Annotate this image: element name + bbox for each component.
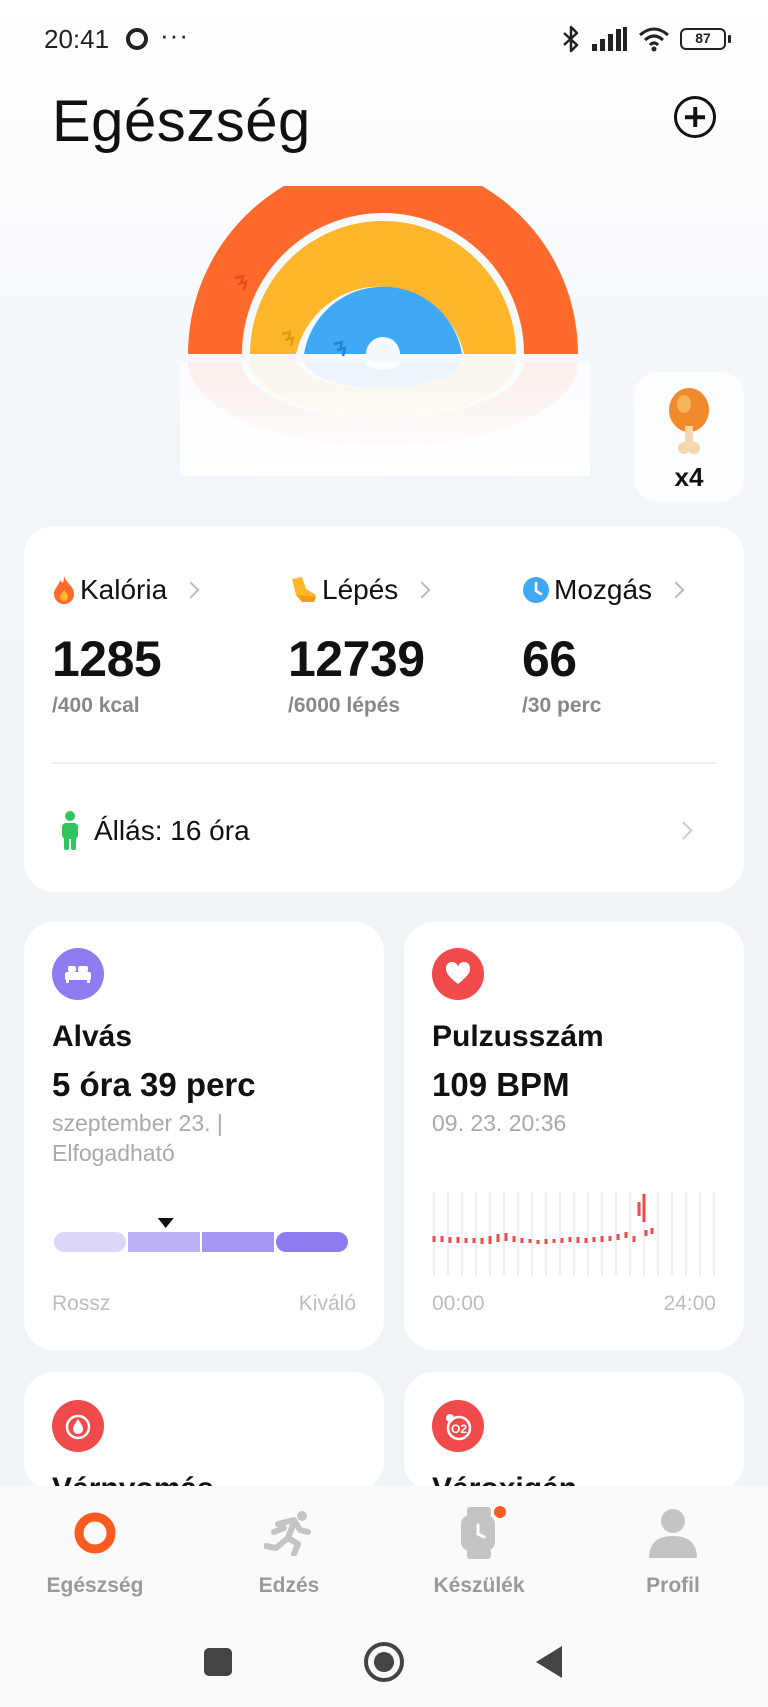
nav-label: Edzés — [258, 1574, 320, 1597]
flame-icon — [54, 576, 74, 604]
heart-value: 109 BPM — [432, 1066, 570, 1103]
steps-label: Lépés — [322, 574, 399, 605]
move-goal: /30 perc — [522, 694, 602, 717]
move-label: Mozgás — [554, 574, 653, 605]
sleep-segment-3 — [202, 1232, 274, 1252]
sleep-title: Alvás — [52, 1020, 133, 1053]
wifi-icon — [639, 27, 669, 52]
sleep-segment-4 — [276, 1232, 348, 1252]
health-ring-icon — [74, 1512, 116, 1554]
sleep-subtitle: szeptember 23. | Elfogadható — [52, 1110, 223, 1166]
sleep-scale-max: Kiváló — [298, 1292, 356, 1315]
battery-icon: 87 — [680, 28, 731, 50]
activity-rings[interactable] — [180, 186, 590, 476]
person-icon — [649, 1509, 697, 1558]
home-button[interactable] — [364, 1642, 404, 1682]
blood-oxygen-card[interactable]: O2 Véroxigén — [404, 1372, 744, 1492]
nav-workout[interactable]: Edzés — [214, 1504, 364, 1598]
notification-circle-icon — [126, 28, 148, 50]
heart-rate-sparkline — [432, 1192, 715, 1276]
status-icons: 87 — [560, 22, 731, 56]
shoe-icon — [292, 577, 316, 602]
heart-title: Pulzusszám — [432, 1020, 604, 1053]
watch-icon — [461, 1507, 495, 1559]
nav-label: Készülék — [433, 1574, 525, 1597]
sleep-quality-bar — [54, 1218, 348, 1252]
calorie-label: Kalória — [80, 574, 168, 605]
activity-card: Kalória 1285 /400 kcal Lépés 12739 /6000… — [24, 526, 744, 892]
blood-pressure-card[interactable]: Vérnyomás — [24, 1372, 384, 1492]
recent-apps-button[interactable] — [204, 1648, 232, 1676]
back-button[interactable] — [536, 1646, 562, 1678]
steps-value: 12739 — [288, 631, 425, 687]
sleep-segment-1 — [54, 1232, 126, 1252]
status-bar: 20:41 ··· 87 — [0, 0, 768, 80]
sleep-value: 5 óra 39 perc — [52, 1066, 256, 1103]
heart-icon — [432, 948, 484, 1000]
status-time: 20:41 — [44, 24, 110, 54]
nav-health[interactable]: Egészség — [20, 1504, 170, 1598]
sleep-segment-2 — [128, 1232, 200, 1252]
calorie-value: 1285 — [52, 631, 162, 687]
more-notifications-icon: ··· — [160, 20, 189, 50]
clock-icon — [523, 577, 549, 603]
sleep-quality-marker — [157, 1218, 174, 1228]
blood-oxygen-icon: O2 — [432, 1400, 484, 1452]
chevron-right-icon — [667, 581, 685, 599]
heart-rate-card[interactable]: Pulzusszám 109 BPM 09. 23. 20:36 00:00 2 — [404, 922, 744, 1350]
move-value: 66 — [522, 631, 577, 687]
notification-dot — [494, 1506, 506, 1518]
chicken-drumstick-icon — [669, 388, 709, 454]
heart-timestamp: 09. 23. 20:36 — [432, 1110, 567, 1136]
chevron-right-icon — [182, 581, 200, 599]
reward-count: x4 — [674, 462, 704, 492]
bluetooth-icon — [563, 25, 579, 53]
page-title: Egészség — [52, 89, 311, 154]
calorie-metric[interactable]: Kalória 1285 /400 kcal — [52, 570, 272, 718]
standing-person-icon — [62, 811, 78, 850]
heart-axis-end: 24:00 — [663, 1292, 716, 1315]
blood-oxygen-badge: O2 — [451, 1422, 467, 1436]
reward-badge[interactable]: x4 — [634, 372, 744, 502]
nav-label: Profil — [646, 1574, 700, 1597]
heart-axis-start: 00:00 — [432, 1292, 485, 1315]
add-button[interactable] — [674, 96, 716, 138]
nav-label: Egészség — [46, 1574, 144, 1597]
standing-row[interactable]: Állás: 16 óra — [58, 806, 250, 856]
steps-goal: /6000 lépés — [288, 694, 401, 717]
calorie-goal: /400 kcal — [52, 694, 140, 717]
signal-icon — [592, 27, 627, 51]
chevron-right-icon — [413, 581, 431, 599]
steps-metric[interactable]: Lépés 12739 /6000 lépés — [288, 570, 508, 718]
nav-device[interactable]: Készülék — [404, 1504, 554, 1598]
chevron-right-icon — [674, 821, 693, 840]
nav-profile[interactable]: Profil — [598, 1504, 748, 1598]
sleep-scale-min: Rossz — [52, 1292, 111, 1315]
running-icon — [264, 1511, 311, 1556]
standing-label: Állás: 16 óra — [94, 815, 250, 846]
sleep-card[interactable]: Alvás 5 óra 39 perc szeptember 23. | Elf… — [24, 922, 384, 1350]
move-metric[interactable]: Mozgás 66 /30 perc — [522, 570, 742, 718]
system-nav-bar — [0, 1606, 768, 1707]
blood-drop-icon — [52, 1400, 104, 1452]
divider — [52, 762, 716, 764]
bed-icon — [52, 948, 104, 1000]
bottom-nav: Egészség Edzés Készülék Profil — [0, 1486, 768, 1606]
